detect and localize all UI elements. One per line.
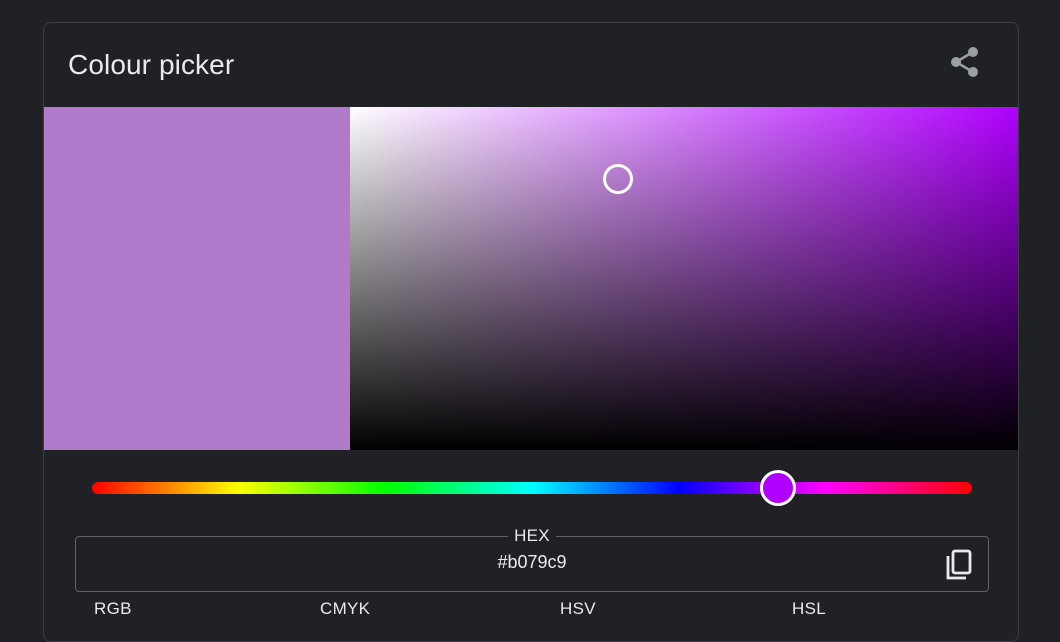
hue-slider[interactable]	[92, 470, 972, 506]
hex-label: HEX	[508, 526, 556, 546]
format-cmyk-label[interactable]: CMYK	[320, 599, 370, 619]
format-hsl-label[interactable]: HSL	[792, 599, 826, 619]
color-preview-swatch	[44, 107, 350, 450]
format-rgb-label[interactable]: RGB	[94, 599, 132, 619]
value-black-gradient	[350, 107, 1018, 450]
hex-field: HEX	[75, 526, 989, 592]
colour-picker-card: Colour picker HEX RGB CMYK HSV	[43, 22, 1019, 642]
hex-input[interactable]	[76, 552, 988, 573]
format-hsv-label[interactable]: HSV	[560, 599, 596, 619]
saturation-value-area[interactable]	[350, 107, 1018, 450]
format-labels-row: RGB CMYK HSV HSL	[44, 599, 1018, 629]
hue-slider-handle[interactable]	[760, 470, 797, 506]
copy-icon[interactable]	[944, 549, 974, 581]
picker-title: Colour picker	[68, 49, 235, 80]
share-icon[interactable]	[948, 45, 982, 79]
saturation-value-handle[interactable]	[603, 164, 633, 195]
